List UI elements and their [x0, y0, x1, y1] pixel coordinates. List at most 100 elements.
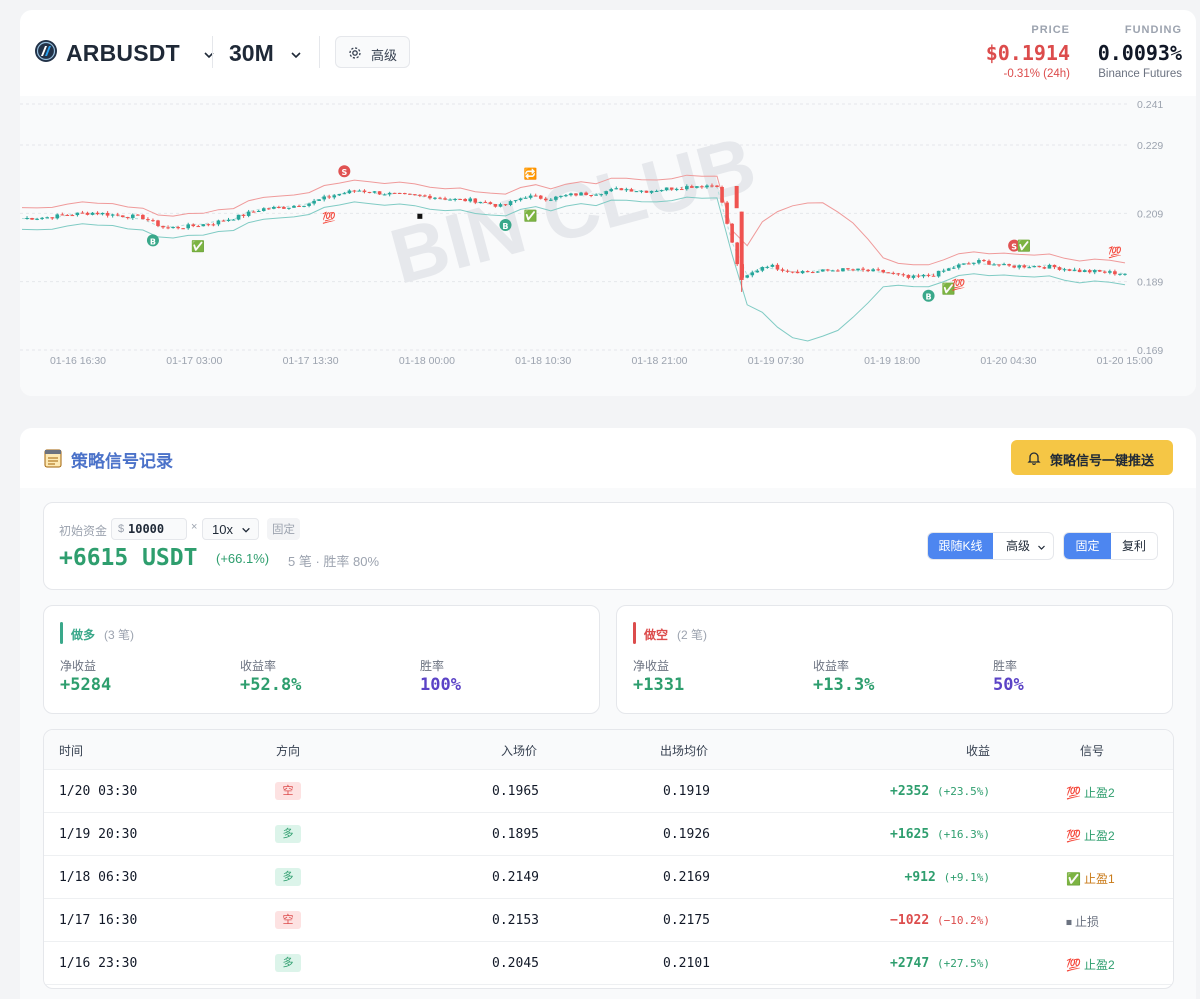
- signal-marker: 💯: [322, 211, 336, 224]
- advanced-settings-button[interactable]: 高级: [335, 36, 410, 68]
- candle-body: [926, 274, 931, 276]
- candle-body: [841, 268, 845, 272]
- trade-signal: 💯 止盈2: [1066, 827, 1115, 844]
- short-ret-value: +13.3%: [813, 675, 875, 695]
- candle-body: [50, 217, 55, 219]
- signal-label: 止盈2: [1083, 958, 1115, 972]
- signal-marker: B: [925, 293, 931, 302]
- candle-body: [473, 198, 478, 203]
- candle-body: [241, 214, 246, 216]
- trade-pnl-value: +2747: [890, 956, 930, 971]
- compound-button[interactable]: 复利: [1111, 533, 1157, 559]
- timeframe-selector[interactable]: 30M: [229, 40, 274, 67]
- candle-body: [25, 217, 29, 219]
- candle-body: [579, 192, 583, 196]
- candle-body: [266, 208, 271, 210]
- candle-body: [317, 199, 321, 201]
- advanced-label: 高级: [371, 48, 398, 63]
- trade-pnl-value: +1625: [890, 827, 930, 842]
- candle-body: [75, 212, 80, 216]
- leverage-select[interactable]: 10x: [202, 518, 259, 540]
- candle-body: [891, 272, 896, 274]
- candle-body: [554, 196, 558, 200]
- candle-body: [659, 190, 664, 192]
- table-row[interactable]: 1/16 23:30 多 0.2045 0.2101 +2747 (+27.5%) 💯 止盈…: [44, 942, 1173, 985]
- candle-body: [1052, 264, 1057, 268]
- candle-body: [911, 275, 916, 278]
- x-tick-label: 01-18 10:30: [515, 355, 571, 367]
- short-net-label: 净收益: [633, 659, 670, 673]
- trade-exit: 0.1926: [663, 827, 710, 842]
- capital-input[interactable]: $ 10000: [111, 518, 187, 540]
- candle-body: [589, 195, 593, 197]
- candle-body: [347, 190, 352, 194]
- candle-body: [146, 219, 150, 221]
- candle-body: [337, 194, 342, 196]
- trade-direction-badge: 多: [275, 954, 301, 972]
- candle-body: [725, 202, 729, 224]
- candle-body: [690, 186, 694, 188]
- mode-advanced-button[interactable]: 高级: [993, 533, 1043, 559]
- funding-source: Binance Futures: [1098, 68, 1182, 80]
- candle-body: [211, 224, 216, 226]
- col-pnl: 收益: [965, 744, 990, 758]
- trade-time: 1/19 20:30: [59, 827, 138, 842]
- candle-body: [745, 275, 750, 278]
- candle-body: [896, 273, 901, 275]
- candle-body: [951, 267, 956, 269]
- signal-marker: ✅: [524, 210, 538, 223]
- table-row[interactable]: 1/20 03:30 空 0.1965 0.1919 +2352 (+23.5%) 💯 止盈…: [44, 770, 1173, 813]
- candle-body: [1072, 269, 1077, 271]
- candle-body: [790, 271, 795, 273]
- table-row[interactable]: 1/17 16:30 空 0.2153 0.2175 −1022 (−10.2%) ⏹ 止损: [44, 899, 1173, 942]
- table-row[interactable]: 1/19 20:30 多 0.1895 0.1926 +1625 (+16.3%) 💯 止盈…: [44, 813, 1173, 856]
- candle-body: [720, 187, 724, 203]
- candle-body: [886, 272, 891, 274]
- candle-body: [387, 192, 392, 195]
- candle-body: [705, 185, 709, 188]
- candle-body: [493, 204, 498, 207]
- long-ret-label: 收益率: [240, 659, 277, 673]
- chevron-down-icon[interactable]: [290, 49, 302, 61]
- trade-pnl: −1022 (−10.2%): [890, 913, 990, 928]
- symbol-selector[interactable]: ARBUSDT: [66, 40, 180, 67]
- candle-body: [871, 269, 875, 272]
- price-chart[interactable]: BIN CLUB B ✅ S 💯 ⏹ B ✅ 🔁 B ✅ 💯 S ✅ 💯 0.241 0.229 0.209 0…: [20, 96, 1196, 396]
- candle-body: [1027, 267, 1032, 269]
- candle-body: [231, 219, 236, 221]
- long-ret-value: +52.8%: [240, 675, 302, 695]
- candle-body: [206, 224, 211, 226]
- candle-body: [765, 266, 770, 268]
- candle-body: [181, 228, 185, 230]
- signal-marker: ⏹: [417, 209, 423, 222]
- candlestick-chart[interactable]: BIN CLUB B ✅S💯 ⏹B✅🔁B✅💯S ✅💯 0.2410.2290.2090…: [20, 96, 1196, 396]
- candle-body: [992, 264, 996, 266]
- trade-exit: 0.2169: [663, 870, 710, 885]
- candle-body: [574, 193, 578, 196]
- candle-body: [775, 264, 780, 270]
- chevron-down-icon[interactable]: [203, 49, 215, 61]
- trade-exit: 0.2101: [663, 956, 710, 971]
- push-signals-button[interactable]: 策略信号一键推送: [1011, 440, 1173, 475]
- signal-marker: ✅: [1017, 239, 1031, 252]
- candle-body: [906, 275, 911, 278]
- candle-body: [221, 220, 226, 222]
- candle-body: [256, 210, 261, 212]
- candle-body: [639, 190, 644, 192]
- signal-label: 止盈2: [1083, 829, 1115, 843]
- table-row[interactable]: 1/18 06:30 多 0.2149 0.2169 +912 (+9.1%) ✅ 止盈1: [44, 856, 1173, 899]
- candle-body: [685, 186, 689, 190]
- candle-body: [1118, 273, 1122, 275]
- candle-body: [1002, 264, 1006, 266]
- candle-body: [674, 189, 679, 191]
- candle-body: [1092, 270, 1097, 273]
- candle-body: [246, 211, 251, 216]
- follow-kline-button[interactable]: 跟随K线: [928, 533, 993, 559]
- fixed-button[interactable]: 固定: [1064, 533, 1111, 559]
- chevron-down-icon: [1038, 545, 1045, 550]
- short-title: 做空: [644, 628, 669, 642]
- candle-body: [710, 185, 714, 187]
- long-title: 做多: [71, 628, 96, 642]
- candle-body: [120, 215, 125, 218]
- candle-body: [125, 217, 130, 219]
